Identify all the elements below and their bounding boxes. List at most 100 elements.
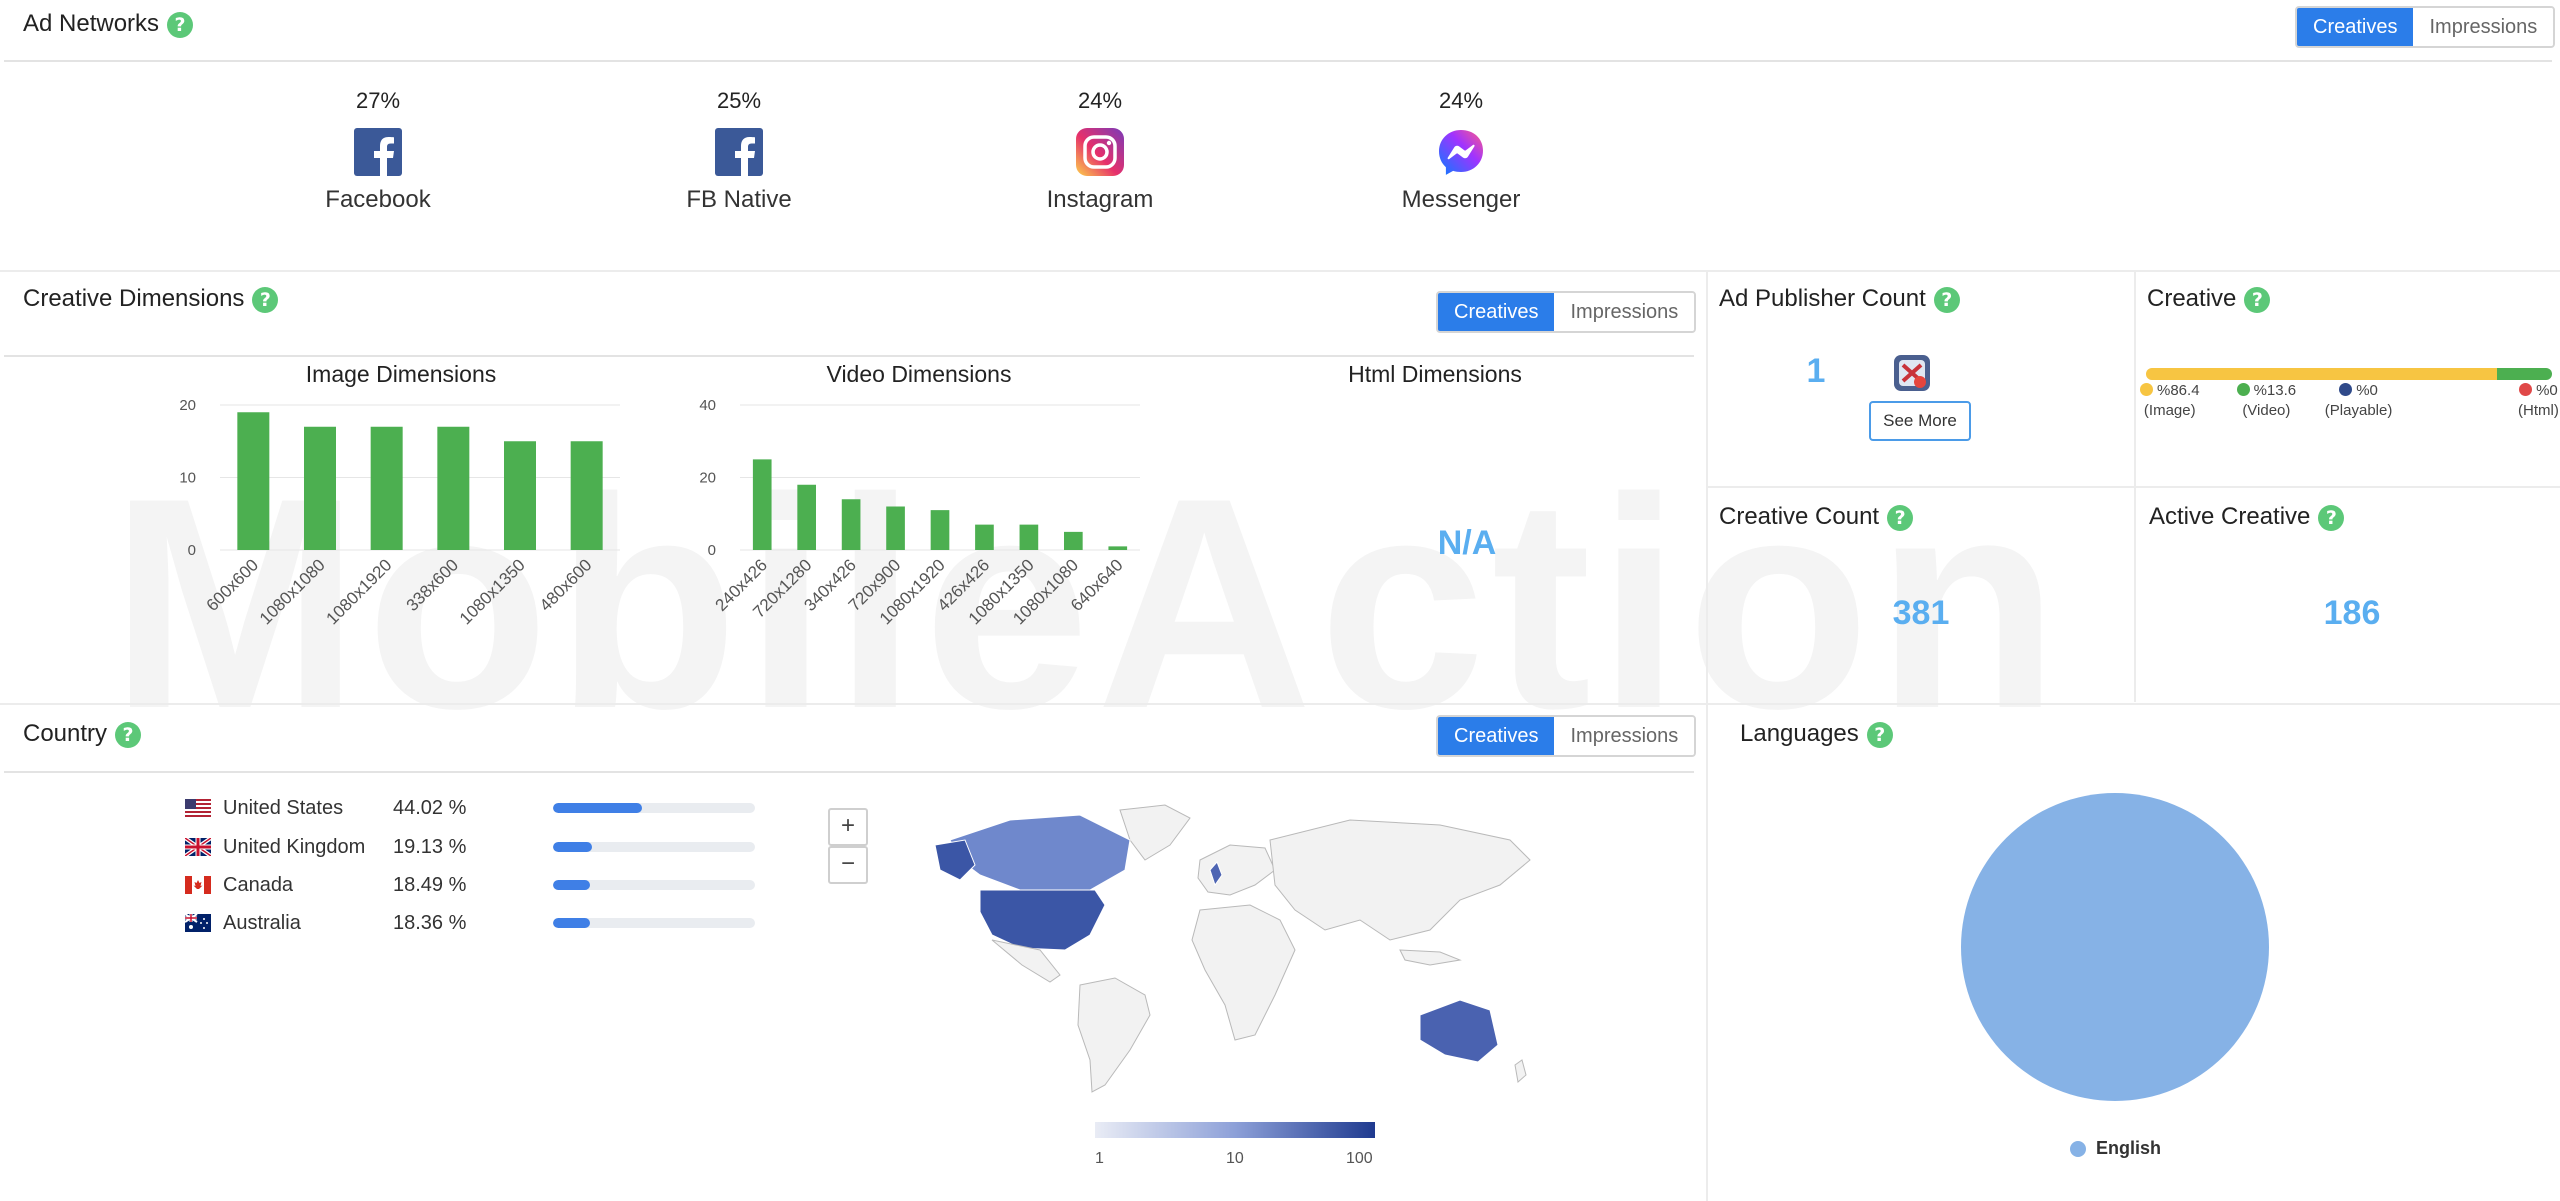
ad-publisher-count-title: Ad Publisher Count?: [1719, 285, 1960, 313]
y-tick-label: 20: [699, 470, 716, 487]
video-dimensions-chart: 02040240x426720x1280340x426720x9001080x1…: [699, 397, 1140, 628]
facebook-icon: [715, 128, 763, 176]
help-icon[interactable]: ?: [1887, 504, 1914, 531]
ad-networks-title: Ad Networks?: [23, 10, 194, 38]
creative-share-legend: %86.4 (Image) %13.6 (Video) %0 (Playable) %0 (H…: [2140, 381, 2560, 429]
map-legend-min: 1: [1095, 1150, 1104, 1167]
country-row: United Kingdom 19.13 %: [183, 832, 755, 862]
messenger-icon: [1437, 128, 1485, 176]
publisher-app-icon[interactable]: [1894, 355, 1930, 391]
impressions-tab[interactable]: Impressions: [2413, 8, 2554, 46]
html-dimensions-na: N/A: [1437, 524, 1497, 562]
bar[interactable]: [1064, 531, 1083, 550]
creative-legend-type: (Video): [2242, 402, 2291, 419]
instagram-icon: [1076, 128, 1124, 176]
creative-bar-segment: [2496, 368, 2552, 380]
bar[interactable]: [570, 441, 603, 550]
bar[interactable]: [886, 506, 905, 551]
map-color-scale: [1095, 1122, 1375, 1138]
network-fb-native: 25% FB Native: [686, 88, 792, 213]
video-dimensions-title: Video Dimensions: [826, 361, 1012, 387]
creative-count-title: Creative Count?: [1719, 503, 1914, 531]
x-tick-label: 338x600: [403, 555, 463, 615]
active-creative-value: 186: [2323, 594, 2381, 632]
y-tick-label: 0: [708, 542, 716, 559]
creative-legend-type: (Html): [2518, 402, 2559, 419]
zoom-out-button[interactable]: −: [828, 846, 868, 884]
help-icon[interactable]: ?: [1933, 286, 1960, 313]
country-row: United States 44.02 %: [185, 793, 755, 823]
map-legend-mid: 10: [1226, 1150, 1244, 1167]
x-tick-label: 600x600: [203, 555, 263, 615]
creative-legend-item: %0 (Playable): [2325, 381, 2393, 421]
bar[interactable]: [370, 426, 403, 550]
network-instagram: 24% Instagram: [1046, 88, 1154, 213]
creative-legend-pct: %86.4: [2157, 382, 2200, 399]
creative-title: Creative?: [2147, 285, 2271, 313]
country-progress: [553, 842, 755, 852]
y-tick-label: 40: [699, 397, 716, 414]
bar[interactable]: [237, 412, 270, 550]
help-icon[interactable]: ?: [1866, 721, 1893, 748]
bar[interactable]: [930, 510, 950, 550]
creative-legend-pct: %13.6: [2253, 382, 2297, 399]
creative-dimensions-toggle[interactable]: Creatives Impressions: [1436, 291, 1697, 333]
html-dimensions-title: Html Dimensions: [1348, 361, 1522, 387]
x-tick-label: 1080x1920: [323, 555, 396, 628]
ad-publisher-count-value: 1: [1806, 352, 1826, 390]
canada-flag: [185, 876, 211, 894]
image-dimensions-title: Image Dimensions: [305, 361, 497, 387]
languages-title: Languages?: [1740, 720, 1893, 748]
ad-networks-toggle[interactable]: Creatives Impressions: [2295, 6, 2556, 48]
help-icon[interactable]: ?: [167, 11, 194, 38]
creative-legend-pct: %0: [2356, 382, 2378, 399]
pie-slice-english[interactable]: [1961, 793, 2269, 1101]
see-more-button[interactable]: See More: [1869, 401, 1971, 441]
impressions-tab[interactable]: Impressions: [1554, 717, 1695, 755]
creatives-tab[interactable]: Creatives: [2297, 8, 2414, 46]
bar[interactable]: [504, 441, 536, 550]
country-progress: [553, 918, 755, 928]
creative-legend-type: (Image): [2143, 402, 2196, 419]
creative-legend-item: %13.6 (Video): [2236, 381, 2297, 421]
bar[interactable]: [752, 459, 772, 550]
creative-legend-item: %0 (Html): [2518, 381, 2559, 421]
bar[interactable]: [1108, 546, 1128, 550]
uk-flag: [183, 836, 213, 858]
creative-legend-type: (Playable): [2324, 402, 2393, 419]
creatives-tab[interactable]: Creatives: [1438, 717, 1555, 755]
help-icon[interactable]: ?: [252, 286, 279, 313]
country-title: Country?: [23, 720, 142, 748]
impressions-tab[interactable]: Impressions: [1554, 293, 1695, 331]
country-row: Australia 18.36 %: [184, 908, 755, 938]
image-dimensions-chart: 0 10 20 600x6001080x10801080x1920 338x600108…: [179, 397, 620, 628]
bar[interactable]: [797, 484, 816, 550]
bar[interactable]: [437, 426, 470, 550]
help-icon[interactable]: ?: [115, 721, 142, 748]
bar[interactable]: [1019, 524, 1039, 550]
y-tick-label: 20: [179, 397, 196, 414]
x-tick-label: 1080x1350: [456, 555, 529, 628]
creative-legend-item: %86.4 (Image): [2140, 381, 2200, 421]
help-icon[interactable]: ?: [2244, 286, 2271, 313]
creatives-tab[interactable]: Creatives: [1438, 293, 1555, 331]
languages-pie-chart: [1961, 793, 2269, 1101]
country-toggle[interactable]: Creatives Impressions: [1436, 715, 1697, 757]
creative-dimensions-title: Creative Dimensions?: [23, 285, 279, 313]
bar[interactable]: [975, 524, 994, 550]
network-facebook: 27% Facebook: [325, 88, 431, 213]
creative-bar-segment: [2146, 368, 2497, 380]
network-messenger: 24% Messenger: [1401, 88, 1521, 213]
country-row: Canada 18.49 %: [185, 870, 755, 900]
legend-dot: [2070, 1140, 2086, 1157]
x-tick-label: 480x600: [536, 555, 596, 615]
zoom-in-button[interactable]: +: [828, 808, 868, 846]
x-tick-label: 1080x1080: [256, 555, 329, 628]
help-icon[interactable]: ?: [2318, 504, 2345, 531]
creative-legend-pct: %0: [2536, 382, 2558, 399]
bar[interactable]: [304, 426, 336, 550]
country-progress: [553, 880, 755, 890]
us-flag: [185, 799, 211, 817]
world-map[interactable]: [930, 800, 1540, 1100]
bar[interactable]: [841, 499, 861, 550]
